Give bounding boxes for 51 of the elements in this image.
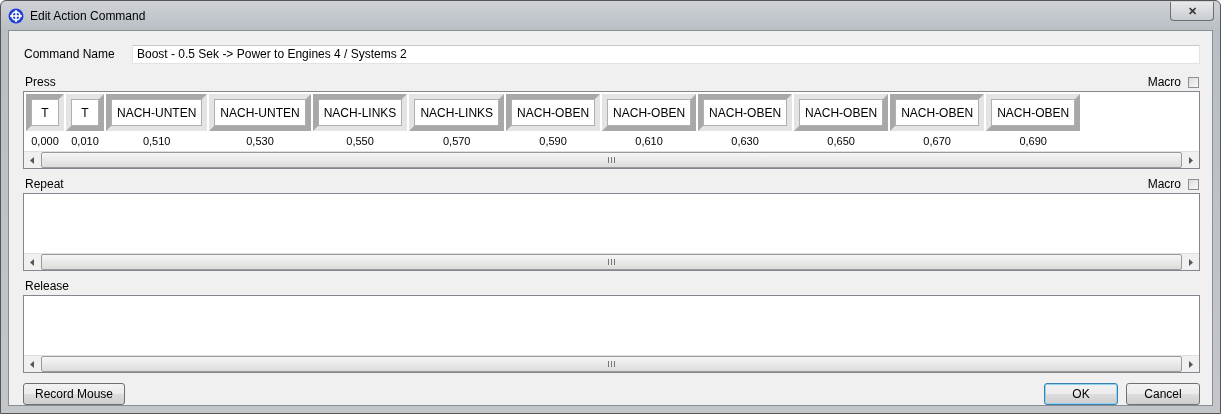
time-label: 0,630 <box>730 134 760 149</box>
time-label: 0,690 <box>1018 134 1048 149</box>
key-event[interactable]: NACH-UNTEN <box>106 94 208 131</box>
scroll-right-icon[interactable] <box>1189 360 1193 368</box>
time-label: 0,010 <box>70 134 100 149</box>
time-label: 0,530 <box>245 134 275 149</box>
section-label: Repeat <box>25 177 65 191</box>
time-label: 0,510 <box>141 134 172 149</box>
time-label: 0,590 <box>538 134 568 149</box>
scroll-left-icon[interactable] <box>30 156 34 164</box>
key-event[interactable]: T <box>26 94 64 131</box>
grip-icon <box>608 259 615 265</box>
key-event[interactable]: NACH-OBEN <box>602 94 697 131</box>
scrollbar-thumb[interactable] <box>41 254 1182 270</box>
scrollbar-thumb[interactable] <box>41 152 1182 168</box>
scroll-left-icon[interactable] <box>30 258 34 266</box>
key-event[interactable]: NACH-UNTEN <box>209 94 311 131</box>
key-event[interactable]: NACH-LINKS <box>312 94 408 131</box>
time-label: 0,610 <box>634 134 664 149</box>
section-label: Press <box>25 75 57 89</box>
time-label: 0,000 <box>30 134 60 149</box>
cancel-button[interactable]: Cancel <box>1126 383 1200 405</box>
scroll-right-icon[interactable] <box>1189 258 1193 266</box>
close-button[interactable]: ✕ <box>1170 2 1214 21</box>
key-event[interactable]: NACH-OBEN <box>698 94 793 131</box>
grip-icon <box>608 157 615 163</box>
time-label: 0,670 <box>922 134 952 149</box>
macro-label: Macro <box>1147 75 1181 89</box>
scroll-left-icon[interactable] <box>30 360 34 368</box>
key-event[interactable]: NACH-OBEN <box>986 94 1081 131</box>
key-event[interactable]: NACH-OBEN <box>890 94 985 131</box>
window-title: Edit Action Command <box>30 8 147 23</box>
macro-label: Macro <box>1147 177 1181 191</box>
time-label: 0,650 <box>826 134 856 149</box>
key-event[interactable]: NACH-OBEN <box>794 94 889 131</box>
ok-button[interactable]: OK <box>1044 383 1118 405</box>
time-label: 0,550 <box>345 134 375 149</box>
scrollbar-thumb[interactable] <box>41 356 1182 372</box>
time-label: 0,570 <box>441 134 472 149</box>
grip-icon <box>608 361 615 367</box>
record-mouse-button[interactable]: Record Mouse <box>23 383 125 405</box>
key-event[interactable]: NACH-OBEN <box>506 94 601 131</box>
macro-checkbox[interactable] <box>1188 178 1199 190</box>
key-event[interactable]: T <box>66 94 104 131</box>
key-event[interactable]: NACH-LINKS <box>409 94 505 131</box>
command-name-field[interactable]: Boost - 0.5 Sek -> Power to Engines 4 / Systems 2 <box>132 44 1200 64</box>
app-icon <box>8 7 24 24</box>
field-label: Command Name <box>23 47 116 61</box>
macro-checkbox[interactable] <box>1188 76 1199 88</box>
section-label: Release <box>25 279 71 293</box>
scroll-right-icon[interactable] <box>1189 156 1193 164</box>
